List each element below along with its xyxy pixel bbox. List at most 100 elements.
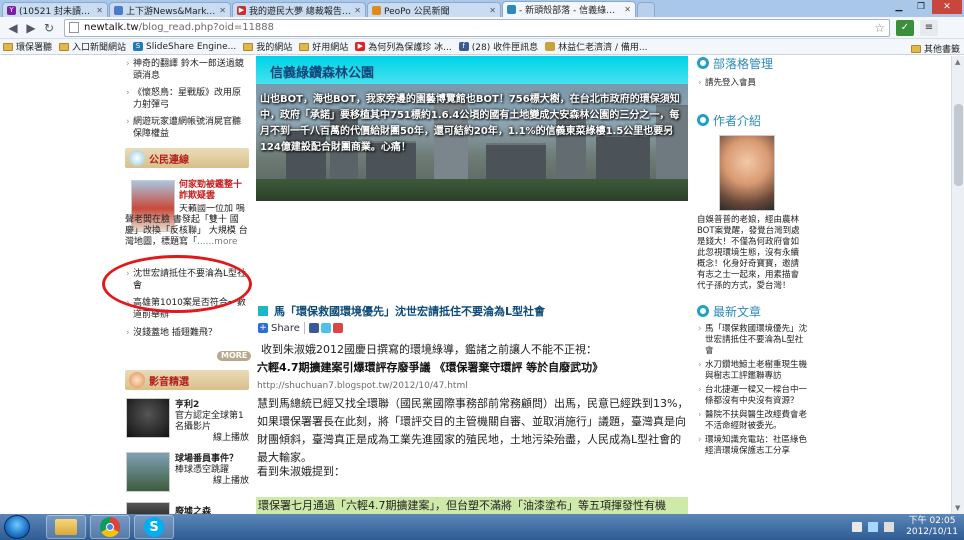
folder-icon [243, 42, 254, 51]
bookmark-item[interactable]: ▶ 為何列為保護珍 冰... [355, 40, 452, 53]
scroll-up-icon[interactable]: ▲ [955, 58, 960, 66]
wrench-menu-icon[interactable]: ≡ [920, 19, 938, 36]
list-item[interactable]: 環境知識充電站：社區綠色經濟環境保護志工分享 [697, 435, 807, 457]
browser-tab-active[interactable]: - 新頭殼部落 - 信義綠鑽森 ✕ [502, 1, 636, 17]
article-paragraph: 看到朱淑娥提到： [257, 465, 345, 478]
page-scrollbar[interactable]: ▲ ▼ [951, 56, 964, 514]
new-tab-button[interactable] [637, 2, 655, 17]
video-thumbnail[interactable] [126, 452, 170, 492]
browser-toolbar: ◀ ▶ ↻ newtalk.tw/blog_read.php?oid=11888… [0, 17, 964, 39]
close-window-icon[interactable]: ✕ [932, 0, 962, 14]
play-link[interactable]: 線上播放 [175, 476, 249, 487]
folder-icon [910, 44, 921, 53]
video-desc: 官方認定全球第1名攝影片 [175, 411, 244, 432]
bookmark-item[interactable]: 我的網站 [243, 40, 292, 53]
citizen-section-header: 公民連線 [125, 148, 249, 168]
peopo-icon [372, 5, 381, 15]
video-entry: 亨利2 官方認定全球第1名攝影片 線上播放 [175, 400, 249, 444]
explorer-taskbar-button[interactable] [46, 515, 86, 539]
author-bio: 自娛普普的老娘，經由農林BOT案覺醒，發覺台灣到處是錢大！不僅為何政府會如此忽視… [697, 215, 800, 291]
article-subheading: 六輕4.7期擴建案引爆環評存廢爭議 《環保署棄守環評 等於自廢武功》 [257, 361, 604, 374]
twitter-icon[interactable] [320, 323, 331, 333]
chat-bubble-icon [129, 150, 145, 166]
folder-icon [59, 42, 70, 51]
more-button[interactable]: MORE [217, 351, 252, 361]
play-link[interactable]: 線上播放 [175, 433, 249, 444]
page-icon [69, 22, 79, 33]
reload-icon[interactable]: ↻ [40, 19, 58, 37]
article-link[interactable]: http://shuchuan7.blogspot.tw/2012/10/47.… [257, 377, 689, 395]
bookmark-star-icon[interactable]: ☆ [874, 21, 885, 35]
bookmark-item[interactable]: 林益仁老濟濟 / 備用... [545, 40, 647, 53]
article-paragraph: 慧到馬總統已經又找全環聯（國民黨國際事務部前常務顧問）出馬，民意已經跌到13%，… [257, 397, 689, 463]
scroll-thumb[interactable] [954, 104, 963, 186]
bookmark-item[interactable]: 環保署聽 [3, 40, 52, 53]
maximize-icon[interactable]: ❐ [910, 0, 932, 14]
bookmark-item[interactable]: 入口新聞網站 [59, 40, 126, 53]
plurk-icon[interactable] [332, 323, 343, 333]
bookmark-icon [545, 42, 556, 51]
chrome-taskbar-button[interactable] [90, 515, 130, 539]
network-icon[interactable] [868, 522, 879, 532]
volume-icon[interactable] [884, 522, 895, 532]
bookmark-item[interactable]: f (28) 收件匣訊息 [458, 40, 538, 53]
clock[interactable]: 下午 02:05 2012/10/11 [906, 516, 958, 538]
close-tab-icon[interactable]: ✕ [96, 6, 103, 15]
feature-title[interactable]: 何家勁被鑑整十詐欺疑雲 [179, 180, 249, 202]
yahoo-mail-icon: Y [7, 5, 16, 15]
close-tab-icon[interactable]: ✕ [624, 5, 631, 14]
list-item[interactable]: 神奇的翻譯 鈴木一郎送過鏡頭消息 [125, 58, 249, 82]
list-item[interactable]: 醫院不扶與醫生改經費會老不活命經財被委光。 [697, 410, 807, 432]
folder-icon [3, 42, 13, 51]
author-header: 作者介紹 [697, 111, 807, 129]
skype-taskbar-button[interactable]: S [134, 515, 174, 539]
tv-icon [129, 372, 145, 388]
close-tab-icon[interactable]: ✕ [489, 6, 496, 15]
browser-tab[interactable]: ▶ 我的遊民大夢 總裁報告 觀 ✕ [232, 2, 366, 17]
address-bar[interactable]: newtalk.tw/blog_read.php?oid=11888 ☆ [64, 18, 890, 37]
list-item[interactable]: 水刀鑽地鯨土老樹重現生機與樹志工評鑑聯專訪 [697, 360, 807, 382]
list-item[interactable]: 沒錢蓋地 插翅難飛？ [125, 327, 249, 339]
video-title[interactable]: 廢墟之森 [175, 504, 211, 514]
show-hidden-icons-icon[interactable] [852, 522, 863, 532]
skype-icon: S [144, 517, 164, 537]
bookmark-item[interactable]: 好用網站 [299, 40, 348, 53]
tab-strip: Y (10521 封未讀取) - tchan ✕ 上下游News&Market新… [0, 0, 964, 17]
list-item[interactable]: 馬「環保救國環境優先」沈世宏請抵住不要淪為L型社會 [697, 324, 807, 357]
latest-posts-header: 最新文章 [697, 302, 807, 320]
back-icon[interactable]: ◀ [4, 19, 22, 37]
start-button[interactable] [4, 515, 30, 539]
browser-tab[interactable]: Y (10521 封未讀取) - tchan ✕ [2, 2, 108, 17]
red-circle-annotation [102, 255, 252, 313]
list-item[interactable]: 台北捷運一樑又一樑台中一條都沒有中央沒有資源？ [697, 385, 807, 407]
browser-tab[interactable]: PeoPo 公民新聞 ✕ [367, 2, 501, 17]
list-item[interactable]: 《懷怒鳥：星戰版》改用原力射彈弓 [125, 87, 249, 111]
divider [303, 322, 305, 334]
other-bookmarks[interactable]: 其他書籤 [910, 42, 960, 55]
tree-line [256, 179, 688, 201]
browser-tab[interactable]: 上下游News&Market新聞 ✕ [109, 2, 231, 17]
latest-posts-list: 馬「環保救國環境優先」沈世宏請抵住不要淪為L型社會 水刀鑽地鯨土老樹重現生機與樹… [697, 324, 807, 457]
video-section-header: 影音精選 [125, 370, 249, 390]
share-bar[interactable]: + Share [258, 322, 345, 334]
headline-square-icon [258, 306, 268, 316]
video-desc: 棒球憑空跳躍 [175, 465, 230, 475]
scroll-down-icon[interactable]: ▼ [955, 504, 960, 512]
close-tab-icon[interactable]: ✕ [219, 6, 226, 15]
page-icon [507, 5, 516, 14]
extension-icon[interactable]: ✓ [896, 19, 914, 36]
video-thumbnail[interactable] [126, 502, 170, 514]
video-thumbnail[interactable] [126, 398, 170, 438]
minimize-icon[interactable]: ▁ [888, 0, 910, 14]
web-page: 神奇的翻譯 鈴木一郎送過鏡頭消息 《懷怒鳥：星戰版》改用原力射彈弓 網遊玩家遭網… [0, 56, 964, 514]
author-avatar [719, 135, 775, 211]
slideshare-icon: S [133, 42, 144, 51]
list-item[interactable]: 網遊玩家遭網帳號消屍官聽 保障權益 [125, 116, 249, 140]
video-title[interactable]: 球場番員事件？ [175, 454, 249, 465]
facebook-icon[interactable] [308, 323, 319, 333]
forward-icon[interactable]: ▶ [22, 19, 40, 37]
login-link[interactable]: 請先登入會員 [697, 78, 807, 89]
video-title[interactable]: 亨利2 [175, 400, 249, 411]
close-tab-icon[interactable]: ✕ [354, 6, 361, 15]
bookmark-item[interactable]: S SlideShare Engine... [133, 42, 236, 52]
